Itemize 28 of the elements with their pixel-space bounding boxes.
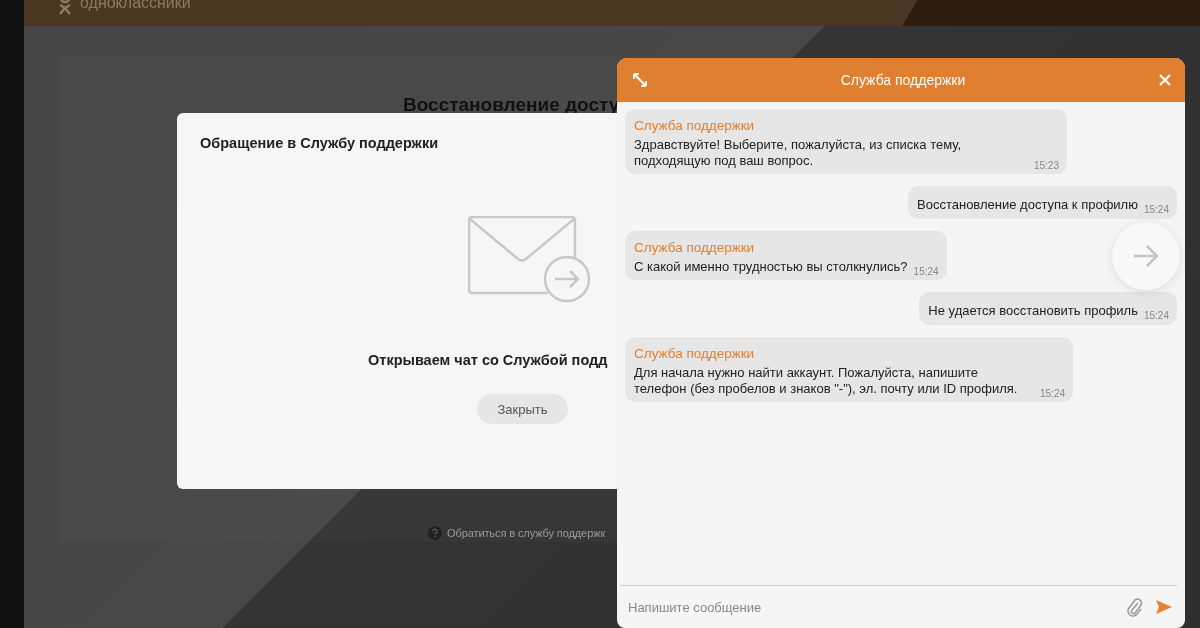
- modal-message: Открываем чат со Службой подд: [368, 352, 608, 368]
- close-button[interactable]: Закрыть: [477, 394, 568, 424]
- message-input[interactable]: Напишите сообщение: [628, 599, 1115, 615]
- help-icon: [428, 526, 442, 540]
- sender-name: Служба поддержки: [634, 240, 756, 255]
- logo-icon: [58, 0, 72, 16]
- paperclip-icon[interactable]: [1127, 597, 1143, 617]
- message-time: 15:24: [913, 266, 939, 277]
- close-icon[interactable]: [1159, 74, 1171, 86]
- message-text: Не удается восстановить профиль: [928, 303, 1138, 319]
- message-time: 15:24: [1143, 204, 1169, 215]
- expand-icon[interactable]: [633, 73, 647, 87]
- send-icon[interactable]: [1155, 599, 1173, 615]
- logo-text: одноклассники: [80, 0, 191, 10]
- modal-title: Обращение в Службу поддержки: [200, 135, 439, 151]
- message-time: 15:23: [1033, 160, 1059, 171]
- message-text: С какой именно трудностью вы столкнулись?: [634, 259, 908, 275]
- sender-name: Служба поддержки: [634, 346, 756, 361]
- message-time: 15:24: [1143, 310, 1169, 321]
- chat-title: Служба поддержки: [840, 72, 966, 88]
- arrow-right-icon: [1133, 245, 1159, 267]
- message-text: Восстановление доступа к профилю: [917, 197, 1138, 213]
- help-link[interactable]: Обратиться в службу поддержк: [447, 527, 606, 539]
- sender-name: Служба поддержки: [634, 118, 756, 133]
- message-text: Для начала нужно найти аккаунт. Пожалуйста, напишите телефон (без пробелов и знаков "-"), эл. почту или ID профиля.: [634, 365, 1019, 397]
- message-time: 15:24: [1040, 388, 1066, 399]
- envelope-arrow-icon: [468, 216, 593, 304]
- message-text: Здравствуйте! Выберите, пожалуйста, из списка тему, подходящую под ваш вопрос.: [634, 137, 963, 169]
